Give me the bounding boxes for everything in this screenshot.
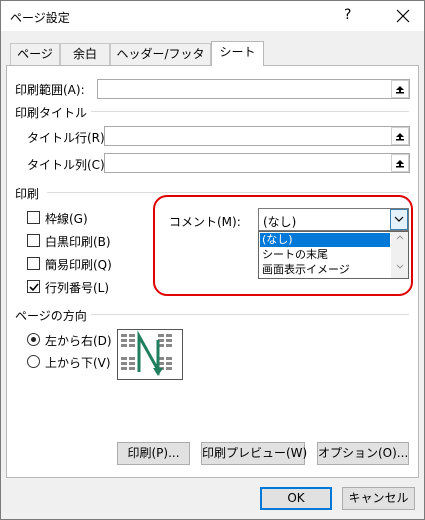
title-rows-input[interactable]: [104, 126, 410, 146]
checkmark-icon: [29, 283, 39, 292]
print-preview-button[interactable]: 印刷プレビュー(W): [201, 442, 307, 465]
page-order-group-label: ページの方向: [15, 307, 91, 324]
options-button[interactable]: オプション(O)...: [317, 442, 409, 465]
tab-sheet[interactable]: シート: [211, 41, 264, 66]
title-bar: ページ設定 ?: [1, 1, 424, 31]
print-range-input[interactable]: [97, 79, 410, 99]
radio-selected-dot: [31, 337, 36, 342]
draft-quality-label: 簡易印刷(Q): [45, 258, 112, 272]
title-cols-label: タイトル列(C):: [27, 158, 109, 172]
top-to-bottom-label: 上から下(V): [45, 356, 111, 370]
title-rows-label: タイトル行(R):: [27, 131, 109, 145]
help-button[interactable]: ?: [344, 7, 351, 23]
collapse-icon: [396, 160, 404, 168]
left-to-right-radio[interactable]: [27, 333, 40, 346]
tab-page[interactable]: ページ: [10, 43, 60, 65]
title-rows-collapse-button[interactable]: [391, 127, 409, 145]
row-col-headings-label: 行列番号(L): [45, 281, 110, 295]
close-button[interactable]: [392, 5, 414, 27]
print-divider: [47, 192, 409, 193]
title-cols-collapse-button[interactable]: [391, 154, 409, 172]
print-range-collapse-button[interactable]: [391, 80, 409, 98]
row-col-headings-checkbox[interactable]: [27, 280, 40, 293]
page-order-preview: [117, 329, 183, 380]
tab-margins[interactable]: 余白: [60, 43, 110, 65]
dialog-title: ページ設定: [10, 11, 70, 25]
close-icon: [396, 9, 410, 23]
top-to-bottom-radio[interactable]: [27, 355, 40, 368]
gridlines-checkbox[interactable]: [27, 211, 40, 224]
draft-quality-checkbox[interactable]: [27, 257, 40, 270]
black-white-checkbox[interactable]: [27, 234, 40, 247]
tab-header-footer[interactable]: ヘッダー/フッター: [110, 43, 211, 81]
print-button[interactable]: 印刷(P)...: [117, 442, 190, 465]
collapse-icon: [396, 133, 404, 141]
title-cols-input[interactable]: [104, 153, 410, 173]
page-order-divider: [87, 314, 409, 315]
print-range-label: 印刷範囲(A):: [15, 83, 85, 97]
print-titles-group-label: 印刷タイトル: [15, 104, 92, 121]
cancel-button[interactable]: キャンセル: [342, 487, 415, 510]
gridlines-label: 枠線(G): [45, 212, 88, 226]
left-to-right-label: 左から右(D): [45, 334, 112, 348]
ok-button[interactable]: OK: [260, 487, 332, 510]
print-titles-divider: [81, 111, 409, 112]
page-setup-dialog: ページ設定 ? ページ 余白 ヘッダー/フッター シート 印刷範囲(A): 印刷…: [0, 0, 425, 520]
highlight-annotation: [153, 195, 413, 296]
collapse-icon: [396, 86, 404, 94]
black-white-label: 白黒印刷(B): [45, 235, 111, 249]
page-order-preview-icon: [121, 330, 172, 376]
print-group-label: 印刷: [15, 185, 44, 202]
